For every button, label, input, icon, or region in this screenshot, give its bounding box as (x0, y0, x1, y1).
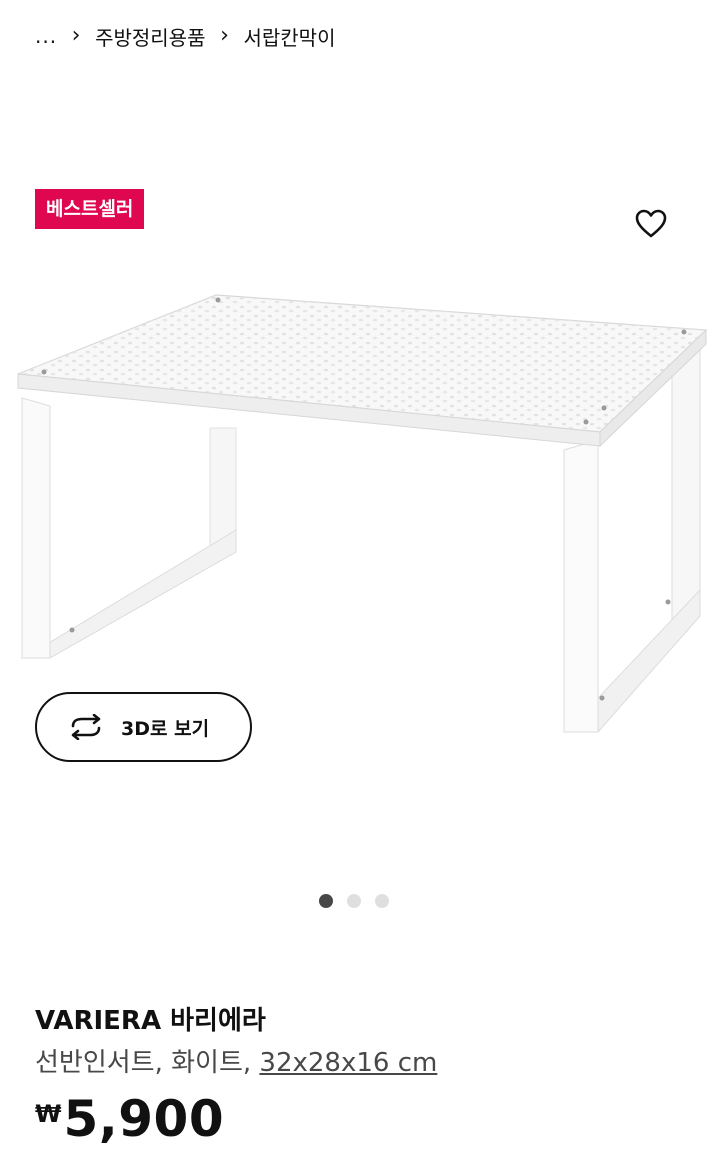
carousel-dot-1[interactable] (319, 894, 333, 908)
heart-outline-icon (635, 209, 667, 238)
product-name: VARIERA 바리에라 (35, 1006, 266, 1036)
carousel-dot-3[interactable] (375, 894, 389, 908)
price-amount: 5,900 (63, 1090, 225, 1148)
favorite-button[interactable] (629, 202, 673, 246)
view-in-3d-label: 3D로 보기 (121, 717, 210, 740)
product-type-color: 선반인서트, 화이트, (35, 1048, 260, 1078)
chevron-right-icon: › (71, 23, 81, 48)
product-price: ₩ 5,900 (35, 1090, 224, 1148)
bestseller-badge: 베스트셀러 (35, 189, 145, 229)
currency-symbol: ₩ (35, 1100, 62, 1128)
rotate-arrows-icon (71, 714, 101, 740)
product-dimensions-link[interactable]: 32x28x16 cm (259, 1048, 437, 1078)
breadcrumb: ... › 주방정리용품 › 서랍칸막이 (35, 20, 335, 52)
view-in-3d-button[interactable]: 3D로 보기 (35, 692, 252, 762)
breadcrumb-item-kitchen-storage[interactable]: 주방정리용품 (95, 22, 205, 51)
breadcrumb-item-drawer-dividers[interactable]: 서랍칸막이 (243, 22, 335, 51)
carousel-indicator (319, 894, 389, 908)
breadcrumb-ellipsis[interactable]: ... (35, 24, 57, 48)
carousel-dot-2[interactable] (347, 894, 361, 908)
chevron-right-icon: › (220, 23, 229, 48)
product-description: 선반인서트, 화이트, 32x28x16 cm (35, 1042, 437, 1079)
product-image (17, 294, 708, 733)
